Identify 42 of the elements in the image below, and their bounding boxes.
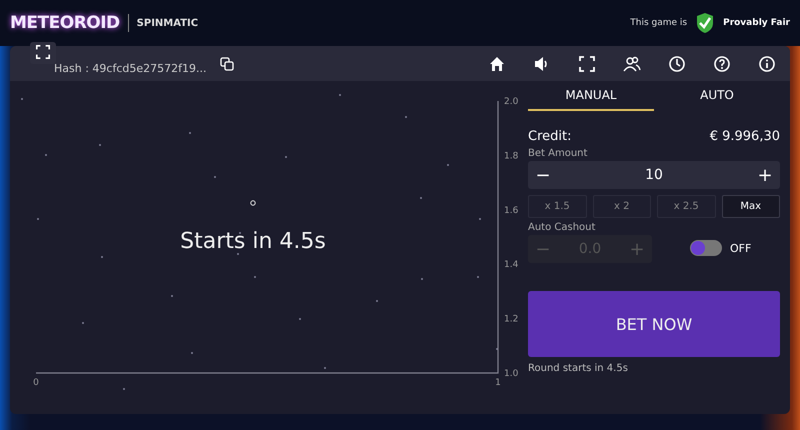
help-icon[interactable] [713,54,731,72]
people-icon[interactable] [623,54,641,72]
fair-label: Provably Fair [723,18,790,28]
axis-label: 2.0 [504,97,518,107]
tab[interactable]: MANUAL [528,81,654,111]
countdown-text: Starts in 4.5s [179,229,327,254]
minus-button[interactable]: − [528,164,558,186]
copy-icon[interactable] [220,56,234,70]
multiplier-button[interactable]: x 2 [592,195,651,218]
credit-label: Credit: [528,129,572,144]
axis-label: 1.2 [504,314,518,325]
shield-check-icon [695,12,716,34]
field-label: Bet Amount [528,148,588,159]
brand-text: SPINMATIC [136,18,198,28]
fullscreen-icon [35,44,51,60]
axis-label: 1 [495,378,501,388]
fair-text: This game is [630,18,688,28]
status-text: Round starts in 4.5s [528,363,629,374]
axis-label: 0 [33,378,39,388]
amount-field[interactable]: − 10 + [528,161,780,189]
bet-button[interactable]: BET NOW [528,291,780,357]
info-icon[interactable] [758,54,776,72]
tab[interactable]: AUTO [654,81,780,111]
multiplier-button[interactable]: x 1.5 [528,195,586,218]
max-button[interactable]: Max [722,195,780,218]
axis-label: 1.6 [504,206,518,216]
field-label: Auto Cashout [528,222,596,233]
toggle-label: OFF [730,242,752,254]
home-icon[interactable] [488,54,506,72]
axis-label: 1.0 [504,369,518,379]
clock-icon[interactable] [668,54,686,72]
fullscreen-icon[interactable] [578,54,596,72]
credit-value: € 9.996,30 [710,129,780,144]
axis-label: 1.8 [504,151,518,162]
axis-label: 1.4 [504,260,518,270]
start-point-icon [250,200,256,206]
amount-input[interactable]: 10 [558,166,750,184]
multiplier-button[interactable]: x 2.5 [657,195,716,218]
fullscreen-button[interactable] [30,42,56,64]
plus-button[interactable]: + [750,164,780,186]
hash-text: Hash : 49cfcd5e27572f19... [54,62,206,75]
logo: METEOROID [10,13,120,33]
